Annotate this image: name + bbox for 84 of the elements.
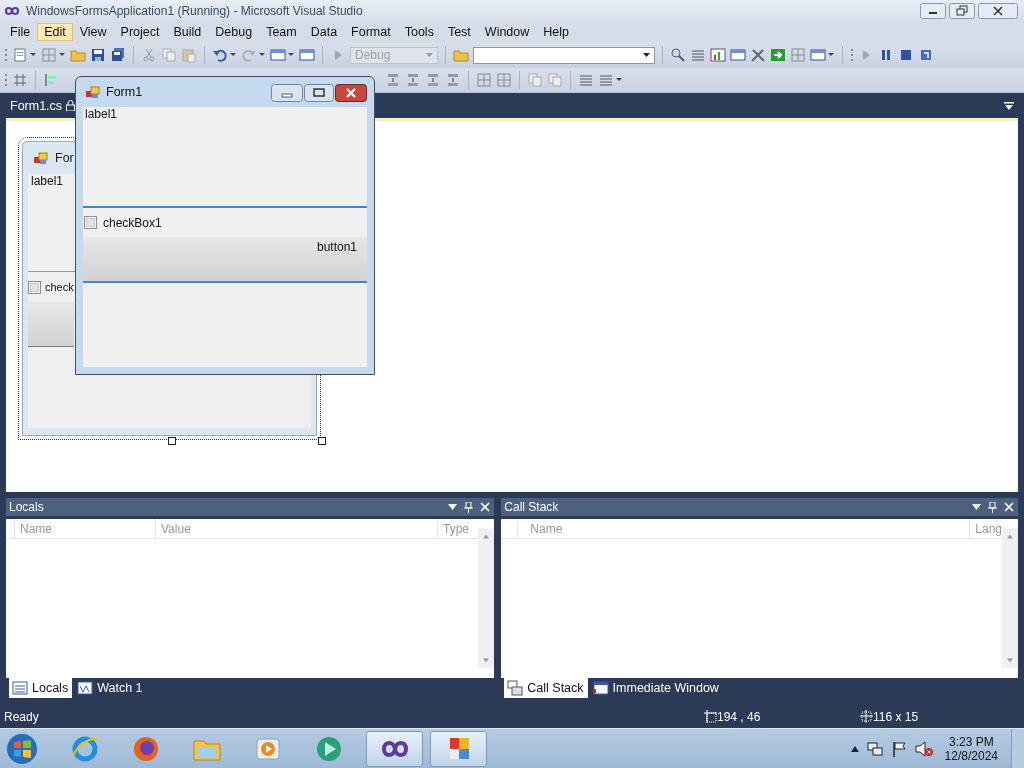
clock-time: 3:23 PM [948,734,994,749]
menu-item[interactable]: View [72,23,114,41]
menu-item[interactable]: Project [113,23,167,41]
close-button[interactable] [335,84,367,102]
watch-icon [77,680,94,696]
save-all-icon[interactable] [110,47,126,63]
lock-icon [66,100,76,111]
panel-tab[interactable]: Locals [9,678,73,698]
dropdown-arrow-icon [643,53,650,57]
show-desktop-button[interactable] [1011,728,1024,768]
pin-icon[interactable] [464,501,474,513]
save-icon[interactable] [90,47,106,63]
position-icon [704,710,717,723]
align-to-grid-icon[interactable] [12,72,28,88]
minimize-button[interactable] [920,3,946,19]
cut-icon[interactable] [141,47,157,63]
find-field[interactable] [473,46,655,64]
selection-size: 116 x 15 [873,709,919,724]
label: label1 [31,174,64,188]
taskbar-button[interactable] [366,730,423,767]
flag-icon[interactable] [890,740,907,757]
align-lefts-icon[interactable] [43,72,59,88]
cursor-position: 194 , 46 [717,709,761,724]
form-icon [33,151,49,165]
checkbox-label: check [45,281,74,293]
show-hidden-icons-icon[interactable] [850,745,859,752]
document-tab[interactable]: Form1.cs [10,98,63,113]
close-icon[interactable] [1004,502,1014,512]
menu-item[interactable]: File [3,23,38,41]
window-icon [592,680,609,696]
resize-handle[interactable] [318,437,326,445]
menu-item[interactable]: Window [477,23,537,41]
menu-item[interactable]: Debug [208,23,260,41]
toolbar-grip-icon [4,72,8,88]
window-title: WindowsFormsApplication1 (Running) - Microsoft Visual Studio [26,4,364,18]
form-icon [85,85,101,99]
menu-item[interactable]: Team [259,23,304,41]
dropdown-icon[interactable] [448,504,458,510]
toolbar-grip-icon [850,47,854,63]
speaker-muted-icon[interactable] [914,740,933,757]
close-icon[interactable] [480,502,491,512]
toolbar-grip-icon [4,47,8,63]
menu-item[interactable]: Edit [37,23,73,41]
checkbox[interactable] [28,280,41,294]
clock[interactable]: 3:23 PM 12/8/2024 [940,734,1004,763]
stop-icon[interactable] [898,47,914,63]
pin-icon[interactable] [988,501,997,513]
form-button[interactable]: button1 [83,237,367,281]
form-title: Form1 [106,85,144,99]
menu-item[interactable]: Help [536,23,576,41]
list-icon [12,680,28,696]
menu-item[interactable]: Build [166,23,209,41]
resize-handle[interactable] [168,437,176,445]
panel-tab[interactable]: Immediate Window [589,678,723,698]
paste-icon[interactable] [181,47,197,63]
form-title: For [55,151,74,165]
menu-item[interactable]: Tools [397,23,441,41]
stack-icon [507,680,524,696]
panel-tab[interactable]: Call Stack [504,678,588,698]
restore-button[interactable] [949,3,975,19]
undo-icon[interactable] [212,47,228,63]
maximize-button[interactable] [304,84,334,102]
dropdown-icon[interactable] [972,504,981,510]
status-text: Ready [4,709,40,724]
label: label1 [85,107,118,121]
tab-list-dropdown-icon[interactable] [1004,101,1014,110]
size-icon [860,710,873,723]
taskbar-button[interactable] [430,730,487,767]
close-button[interactable] [978,3,1018,19]
clock-date: 12/8/2024 [944,748,998,763]
panel-title: Locals [9,500,44,514]
network-icon[interactable] [866,740,883,757]
start-button[interactable] [2,729,42,768]
menu-item[interactable]: Test [440,23,478,41]
panel-title: Call Stack [504,500,559,514]
panel-tab[interactable]: Watch 1 [74,678,147,698]
checkbox[interactable] [84,216,97,229]
checkbox-label: checkBox1 [103,215,162,230]
restart-icon[interactable] [918,47,934,63]
menu-item[interactable]: Data [303,23,345,41]
infinity-icon [4,6,20,16]
dropdown-arrow-icon [426,53,433,57]
start-page-icon[interactable] [770,47,786,63]
menu-item[interactable]: Format [344,23,398,41]
